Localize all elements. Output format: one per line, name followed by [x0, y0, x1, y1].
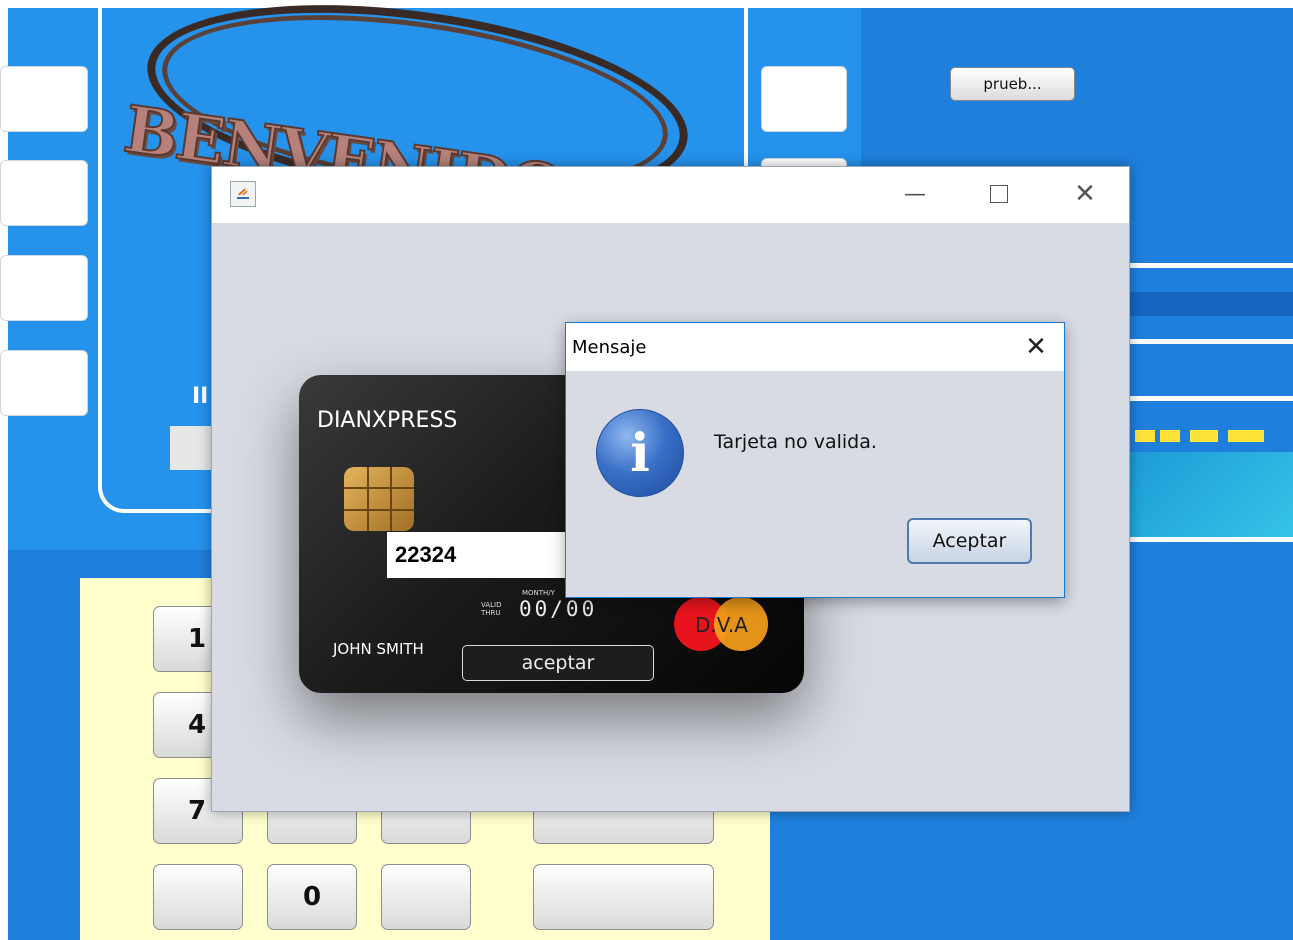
java-app-icon	[230, 181, 256, 207]
card-window-titlebar: — ✕	[212, 167, 1129, 223]
card-holder-name: JOHN SMITH	[333, 640, 424, 658]
key-0[interactable]: 0	[267, 864, 357, 930]
dialog-title: Mensaje	[572, 337, 647, 358]
aceptar-card-button[interactable]: aceptar	[462, 645, 654, 681]
decor-line-2	[1128, 339, 1293, 344]
atm-left-button-2[interactable]	[0, 160, 88, 226]
atm-left-button-1[interactable]	[0, 66, 88, 132]
info-icon: i	[596, 409, 684, 497]
expiry-date: 00/00	[519, 597, 598, 621]
decor-line-3	[1128, 396, 1293, 401]
prueba-button[interactable]: prueb...	[950, 67, 1075, 101]
valid-thru-label: VALID THRU	[481, 601, 502, 617]
card-number-input[interactable]	[387, 532, 587, 578]
decor-dash-4	[1228, 430, 1264, 442]
partial-label: II	[192, 384, 209, 409]
close-dialog-icon[interactable]: ✕	[1018, 329, 1054, 365]
decor-line-1	[1128, 263, 1293, 268]
partial-field	[170, 426, 215, 470]
month-year-label: MONTH/Y	[522, 589, 555, 597]
decor-wave	[1128, 452, 1293, 537]
key-blank-right[interactable]	[381, 864, 471, 930]
atm-left-button-3[interactable]	[0, 255, 88, 321]
card-chip	[344, 467, 414, 531]
decor-dash-2	[1160, 430, 1180, 442]
key-blank-left[interactable]	[153, 864, 243, 930]
decor-dash-1	[1135, 430, 1155, 442]
card-logo-text: D.V.A	[695, 613, 748, 637]
close-window-icon[interactable]: ✕	[1070, 177, 1100, 211]
key-function-2[interactable]	[533, 864, 714, 930]
atm-right-button-1[interactable]	[761, 66, 847, 132]
decor-dash-3	[1190, 430, 1218, 442]
dialog-message: Tarjeta no valida.	[714, 431, 877, 453]
message-dialog: Mensaje ✕ i Tarjeta no valida. Aceptar	[565, 322, 1065, 598]
card-brand: DIANXPRESS	[317, 408, 458, 433]
maximize-icon[interactable]	[984, 177, 1014, 211]
dialog-titlebar: Mensaje ✕	[566, 323, 1064, 371]
decor-line-4	[1128, 537, 1293, 542]
minimize-icon[interactable]: —	[900, 177, 930, 211]
aceptar-dialog-button[interactable]: Aceptar	[907, 518, 1032, 564]
decor-stripe	[1128, 292, 1293, 316]
atm-left-button-4[interactable]	[0, 350, 88, 416]
